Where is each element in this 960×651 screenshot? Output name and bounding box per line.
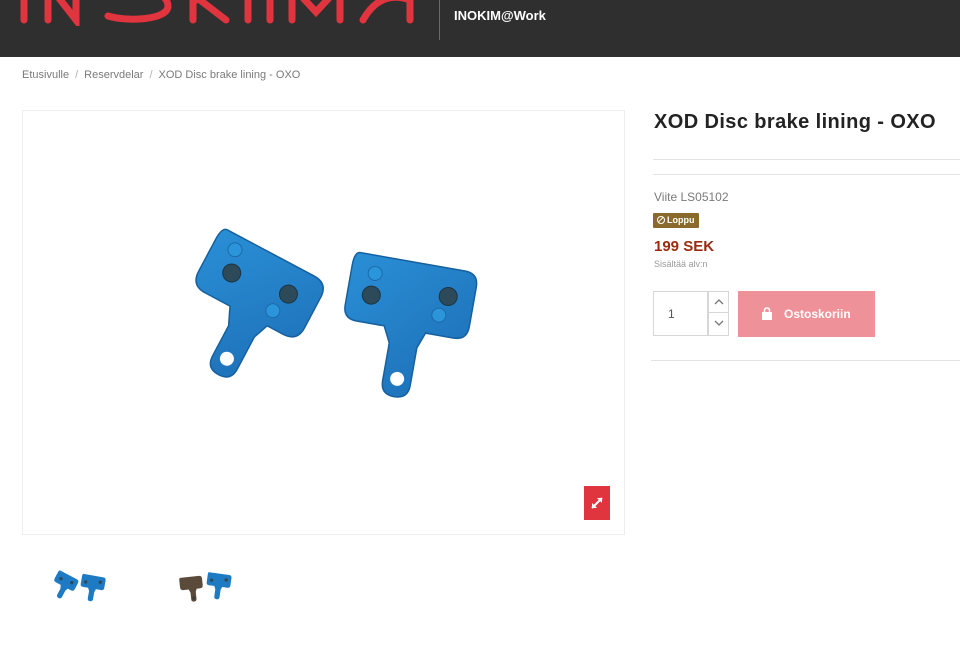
quantity-input[interactable] (653, 291, 708, 336)
tax-note: Sisältää alv:n (654, 259, 708, 269)
add-to-cart-button[interactable]: Ostoskoriin (738, 291, 875, 337)
divider (653, 174, 960, 175)
stock-label: Loppu (667, 215, 695, 225)
breadcrumb-home[interactable]: Etusivulle (22, 69, 69, 81)
out-of-stock-badge: Loppu (653, 213, 699, 228)
breadcrumb-category[interactable]: Reservdelar (84, 69, 143, 81)
inokim-logo-icon[interactable] (18, 0, 418, 26)
inokim-at-work-link[interactable]: INOKIM@Work (454, 8, 546, 23)
quantity-decrease-button[interactable] (708, 313, 729, 336)
breadcrumb-current[interactable]: XOD Disc brake lining - OXO (159, 69, 301, 81)
ban-icon (657, 216, 665, 224)
add-to-cart-label: Ostoskoriin (784, 307, 851, 321)
brake-pads-blue-thumbnail[interactable] (48, 566, 114, 606)
divider (653, 159, 960, 160)
top-header: INOKIM@Work (0, 0, 960, 57)
shopping-bag-icon (762, 307, 772, 320)
brake-pads-brown-thumbnail[interactable] (174, 566, 240, 606)
breadcrumb-separator: / (149, 69, 153, 81)
expand-icon (591, 497, 603, 509)
chevron-down-icon (714, 320, 724, 326)
breadcrumb-separator: / (75, 69, 79, 81)
header-divider (439, 0, 440, 40)
chevron-up-icon (714, 299, 724, 305)
product-price: 199 SEK (654, 238, 715, 255)
product-title: XOD Disc brake lining - OXO (654, 111, 936, 133)
product-main-image[interactable] (22, 110, 625, 535)
brake-pads-image (195, 228, 478, 398)
divider (651, 360, 960, 361)
quantity-increase-button[interactable] (708, 291, 729, 313)
product-reference: Viite LS05102 (654, 190, 729, 204)
breadcrumb: Etusivulle / Reservdelar / XOD Disc brake li… (22, 69, 300, 81)
expand-image-button[interactable] (584, 486, 610, 520)
